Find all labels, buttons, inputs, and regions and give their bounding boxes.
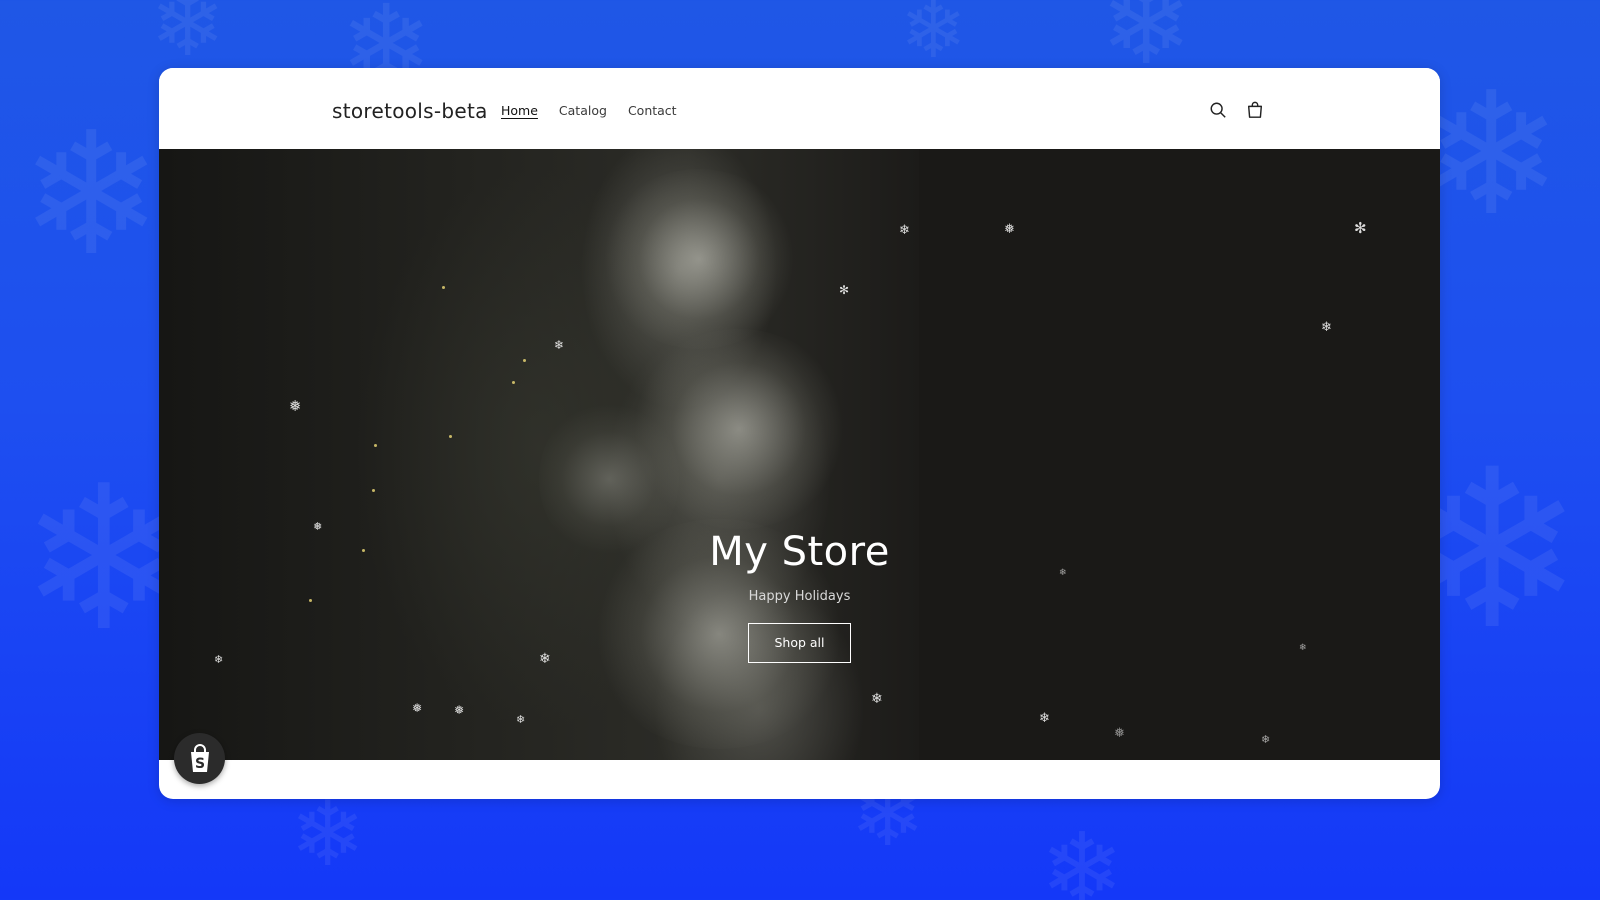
store-preview-window: storetools-beta Home Catalog Contact ❅ ❄… [159,68,1440,799]
snowflake-icon: ❄ [871,691,883,707]
snowflake-icon: ❄ [20,96,163,294]
snowflake-icon: ❅ [1004,222,1015,237]
main-nav: Home Catalog Contact [501,103,677,118]
hero-foliage [599,169,799,349]
snowflake-icon: ✻ [1354,219,1367,237]
sparkle [442,286,445,289]
hero-subtitle: Happy Holidays [748,589,851,604]
shopify-badge[interactable]: S [174,733,225,784]
snowflake-icon: ❄ [1420,56,1563,254]
search-icon[interactable] [1209,101,1227,119]
snowflake-icon: ❄ [1040,811,1124,900]
header-icons [1209,101,1264,119]
sparkle [449,435,452,438]
snowflake-icon: ❅ [289,397,302,415]
shopify-bag-icon: S [190,743,209,772]
snowflake-icon: ❄ [900,0,968,76]
sparkle [523,359,526,362]
snowflake-icon: ❄ [150,0,226,77]
nav-item-home[interactable]: Home [501,103,538,118]
sparkle [374,444,377,447]
hero-banner: ❅ ❄ ❅ ❄ ❄ ❅ ❅ ❄ ❄ ✻ ❄ ❅ ✻ ❄ ❄ ❄ ❅ ❄ ❄ ❄ … [159,149,1440,760]
snowflake-icon: ❄ [516,713,526,726]
shop-all-button[interactable]: Shop all [748,623,851,663]
svg-text:S: S [194,756,204,772]
snowflake-icon: ❄ [290,782,366,887]
nav-item-catalog[interactable]: Catalog [559,103,607,118]
snowflake-icon: ❄ [1039,711,1050,726]
site-header: storetools-beta Home Catalog Contact [159,68,1440,149]
snowflake-icon: ❄ [1321,320,1332,335]
snowflake-icon: ❅ [454,703,465,717]
store-logo[interactable]: storetools-beta [332,99,488,123]
snowflake-icon: ❄ [899,223,910,238]
hero-content: My Store Happy Holidays Shop all [159,529,1440,663]
cart-icon[interactable] [1246,101,1264,119]
hero-title: My Store [709,529,890,575]
snowflake-icon: ✻ [839,283,850,297]
snowflake-icon: ❅ [412,701,423,715]
snowflake-icon: ❄ [1261,733,1271,746]
snowflake-icon: ❄ [554,338,565,352]
nav-item-contact[interactable]: Contact [628,103,677,118]
sparkle [372,489,375,492]
snowflake-icon: ❅ [1114,726,1125,741]
sparkle [512,381,515,384]
